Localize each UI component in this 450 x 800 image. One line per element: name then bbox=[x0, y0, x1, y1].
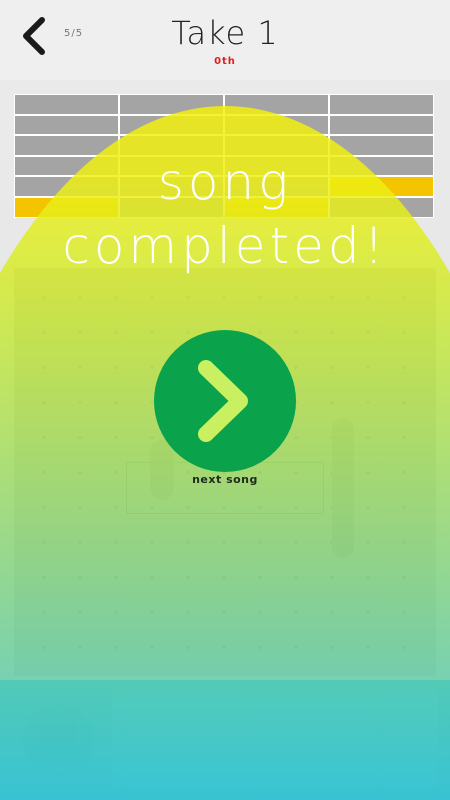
completion-overlay-bottom bbox=[0, 680, 450, 800]
chevron-right-icon bbox=[198, 360, 248, 442]
next-song-label: next song bbox=[192, 473, 258, 486]
completion-message: song completed! bbox=[0, 150, 450, 278]
header-bar: 5/5 Take 1 0th bbox=[0, 0, 450, 80]
completion-line-2: completed! bbox=[62, 217, 388, 275]
page-title: Take 1 bbox=[171, 14, 279, 52]
track-cell bbox=[329, 114, 434, 136]
next-song-button[interactable] bbox=[154, 330, 296, 472]
completion-line-1: song bbox=[157, 153, 293, 211]
track-cell bbox=[14, 94, 119, 115]
track-cell bbox=[329, 94, 434, 115]
rank-label: 0th bbox=[214, 56, 236, 67]
track-cell bbox=[14, 114, 119, 136]
